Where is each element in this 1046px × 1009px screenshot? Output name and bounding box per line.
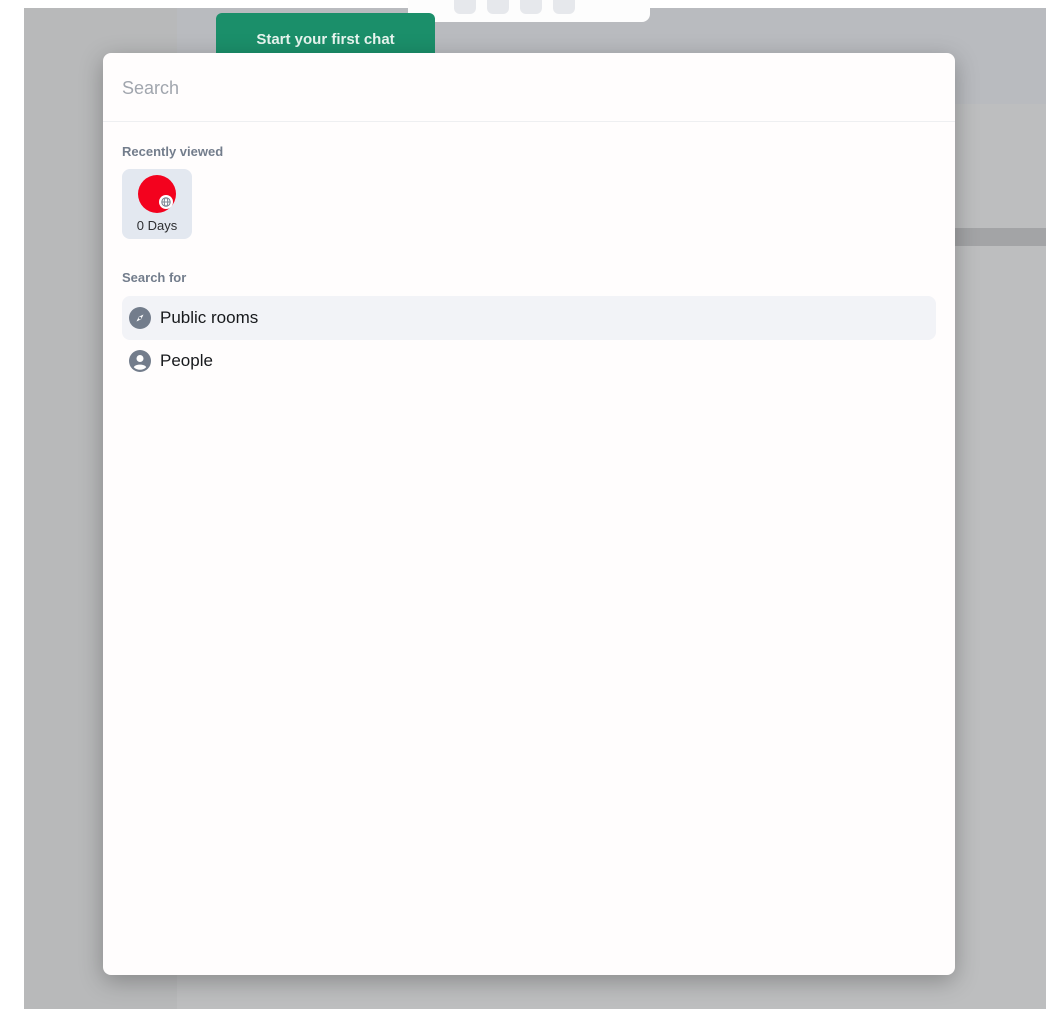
recent-room-tile[interactable]: 0 Days bbox=[122, 169, 192, 239]
globe-icon bbox=[159, 195, 173, 209]
user-circle-icon bbox=[129, 350, 151, 372]
recently-viewed-heading: Recently viewed bbox=[122, 144, 224, 159]
compass-icon bbox=[129, 307, 151, 329]
toolbar-placeholder bbox=[487, 0, 509, 14]
search-for-heading: Search for bbox=[122, 270, 187, 285]
background-divider bbox=[954, 228, 1046, 246]
toolbar-placeholder bbox=[454, 0, 476, 14]
option-people[interactable]: People bbox=[122, 339, 936, 383]
search-row bbox=[103, 53, 955, 122]
recent-room-name: 0 Days bbox=[136, 218, 178, 233]
toolbar-placeholder bbox=[553, 0, 575, 14]
option-label: People bbox=[160, 351, 213, 370]
search-input[interactable] bbox=[122, 73, 922, 103]
toolbar-placeholder bbox=[520, 0, 542, 14]
top-toolbar bbox=[408, 0, 650, 22]
spotlight-search-dialog: Recently viewed 0 Days Search for Public… bbox=[103, 53, 955, 975]
option-label: Public rooms bbox=[160, 308, 259, 327]
option-public-rooms[interactable]: Public rooms bbox=[122, 296, 936, 340]
